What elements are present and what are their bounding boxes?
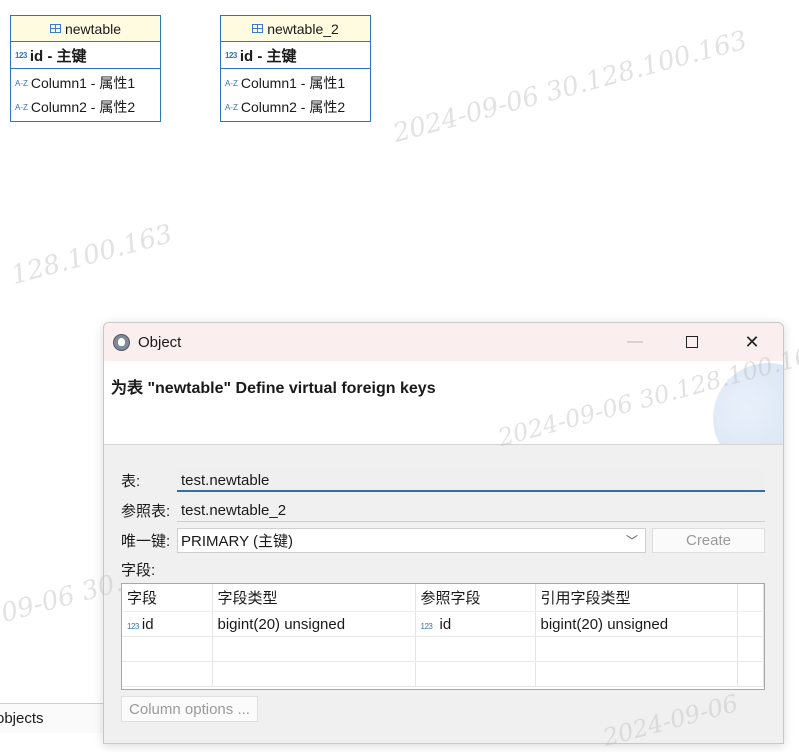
column-header[interactable]: 字段 xyxy=(122,584,213,612)
table-icon xyxy=(49,24,61,33)
numeric-type-icon: 123 xyxy=(15,50,27,60)
ref-table-row: 参照表: xyxy=(121,500,181,521)
ref-field-name: id xyxy=(439,615,452,633)
header-decoration xyxy=(713,363,783,444)
column-header[interactable]: 参照字段 xyxy=(415,584,536,612)
er-key-row[interactable]: 123 id - 主键 xyxy=(11,42,160,69)
field-type-cell[interactable]: bigint(20) unsigned xyxy=(212,611,416,637)
er-column-label: Column1 - 属性1 xyxy=(30,75,136,91)
empty-cell xyxy=(737,636,764,662)
virtual-fk-dialog: Object — ✕ 为表 "newtable" Define virtual … xyxy=(103,322,784,744)
empty-cell xyxy=(737,661,764,687)
dialog-titlebar[interactable]: Object — ✕ xyxy=(104,323,783,361)
column-options-button[interactable]: Column options ... xyxy=(121,696,258,722)
maximize-button[interactable] xyxy=(669,323,715,361)
numeric-type-icon: 123 xyxy=(420,621,433,631)
bottom-tab-objects[interactable]: objects xyxy=(0,703,103,733)
table-label: 表: xyxy=(121,473,141,490)
close-button[interactable]: ✕ xyxy=(729,323,775,361)
unique-key-label: 唯一键: xyxy=(121,533,171,550)
er-table-name: newtable xyxy=(64,20,122,37)
create-button[interactable]: Create xyxy=(652,528,765,553)
empty-cell xyxy=(535,661,738,687)
watermark: 2024-09-06 30.128.100.163 xyxy=(390,25,751,149)
fields-row: 字段: xyxy=(121,559,155,580)
empty-cell xyxy=(212,661,416,687)
empty-cell xyxy=(535,636,738,662)
er-column-label: Column1 - 属性1 xyxy=(240,75,346,91)
er-column-row[interactable]: A-Z Column2 - 属性2 xyxy=(221,95,370,119)
er-table-header: newtable_2 xyxy=(221,16,370,42)
text-type-icon: A-Z xyxy=(15,78,28,88)
ref-type-cell[interactable]: bigint(20) unsigned xyxy=(535,611,738,637)
unique-key-value: PRIMARY (主键) xyxy=(181,533,293,550)
maximize-icon xyxy=(686,336,698,348)
ref-table-label: 参照表: xyxy=(121,503,171,520)
fields-label: 字段: xyxy=(121,562,156,579)
er-column-row[interactable]: A-Z Column1 - 属性1 xyxy=(221,71,370,95)
table-row[interactable]: 123 id bigint(20) unsigned 123 id bigint(… xyxy=(122,611,764,637)
column-header[interactable]: 字段类型 xyxy=(212,584,416,612)
empty-cell xyxy=(212,636,416,662)
table-row[interactable] xyxy=(122,661,764,687)
column-header[interactable]: 引用字段类型 xyxy=(535,584,738,612)
dialog-header: 为表 "newtable" Define virtual foreign key… xyxy=(104,361,783,445)
ref-field-cell[interactable]: 123 id xyxy=(415,611,536,637)
app-icon xyxy=(113,333,130,351)
unique-key-select[interactable]: PRIMARY (主键) ﹀ xyxy=(177,528,646,553)
close-icon: ✕ xyxy=(744,331,760,352)
text-type-icon: A-Z xyxy=(225,78,238,88)
numeric-type-icon: 123 xyxy=(127,621,139,631)
er-column-row[interactable]: A-Z Column1 - 属性1 xyxy=(11,71,160,95)
table-field[interactable]: test.newtable xyxy=(177,470,765,492)
table-row-field: 表: xyxy=(121,470,181,491)
column-header-filler xyxy=(737,584,764,612)
empty-cell xyxy=(415,636,536,662)
empty-cell xyxy=(415,661,536,687)
field-cell[interactable]: 123 id xyxy=(122,611,213,637)
text-type-icon: A-Z xyxy=(15,102,28,112)
dialog-title: Object xyxy=(138,333,182,351)
filler-cell xyxy=(737,611,764,637)
er-column-row[interactable]: A-Z Column2 - 属性2 xyxy=(11,95,160,119)
er-table-name: newtable_2 xyxy=(267,20,339,37)
table-icon xyxy=(252,24,264,33)
dialog-header-title: 为表 "newtable" Define virtual foreign key… xyxy=(111,380,436,397)
fields-grid[interactable]: 字段 字段类型 参照字段 引用字段类型 123 id bigint(20) uns… xyxy=(121,583,765,690)
field-name: id xyxy=(141,615,154,633)
empty-cell xyxy=(122,636,213,662)
bottom-tab-label: objects xyxy=(0,710,44,727)
watermark: 128.100.163 xyxy=(8,219,176,291)
table-row[interactable] xyxy=(122,636,764,662)
er-table-newtable-2[interactable]: newtable_2 123 id - 主键 A-Z Column1 - 属性1… xyxy=(220,15,371,122)
er-column-label: Column2 - 属性2 xyxy=(240,99,346,115)
er-table-header: newtable xyxy=(11,16,160,42)
text-type-icon: A-Z xyxy=(225,102,238,112)
unique-key-row: 唯一键: xyxy=(121,530,181,551)
minimize-button[interactable]: — xyxy=(612,323,658,361)
ref-table-field[interactable]: test.newtable_2 xyxy=(177,500,765,522)
er-column-label: Column2 - 属性2 xyxy=(30,99,136,115)
empty-cell xyxy=(122,661,213,687)
er-key-row[interactable]: 123 id - 主键 xyxy=(221,42,370,69)
er-table-newtable[interactable]: newtable 123 id - 主键 A-Z Column1 - 属性1 A… xyxy=(10,15,161,122)
numeric-type-icon: 123 xyxy=(225,50,237,60)
er-key-label: id - 主键 xyxy=(239,47,297,65)
grid-header-row: 字段 字段类型 参照字段 引用字段类型 xyxy=(122,584,764,612)
er-key-label: id - 主键 xyxy=(29,47,87,65)
chevron-down-icon: ﹀ xyxy=(625,534,638,548)
